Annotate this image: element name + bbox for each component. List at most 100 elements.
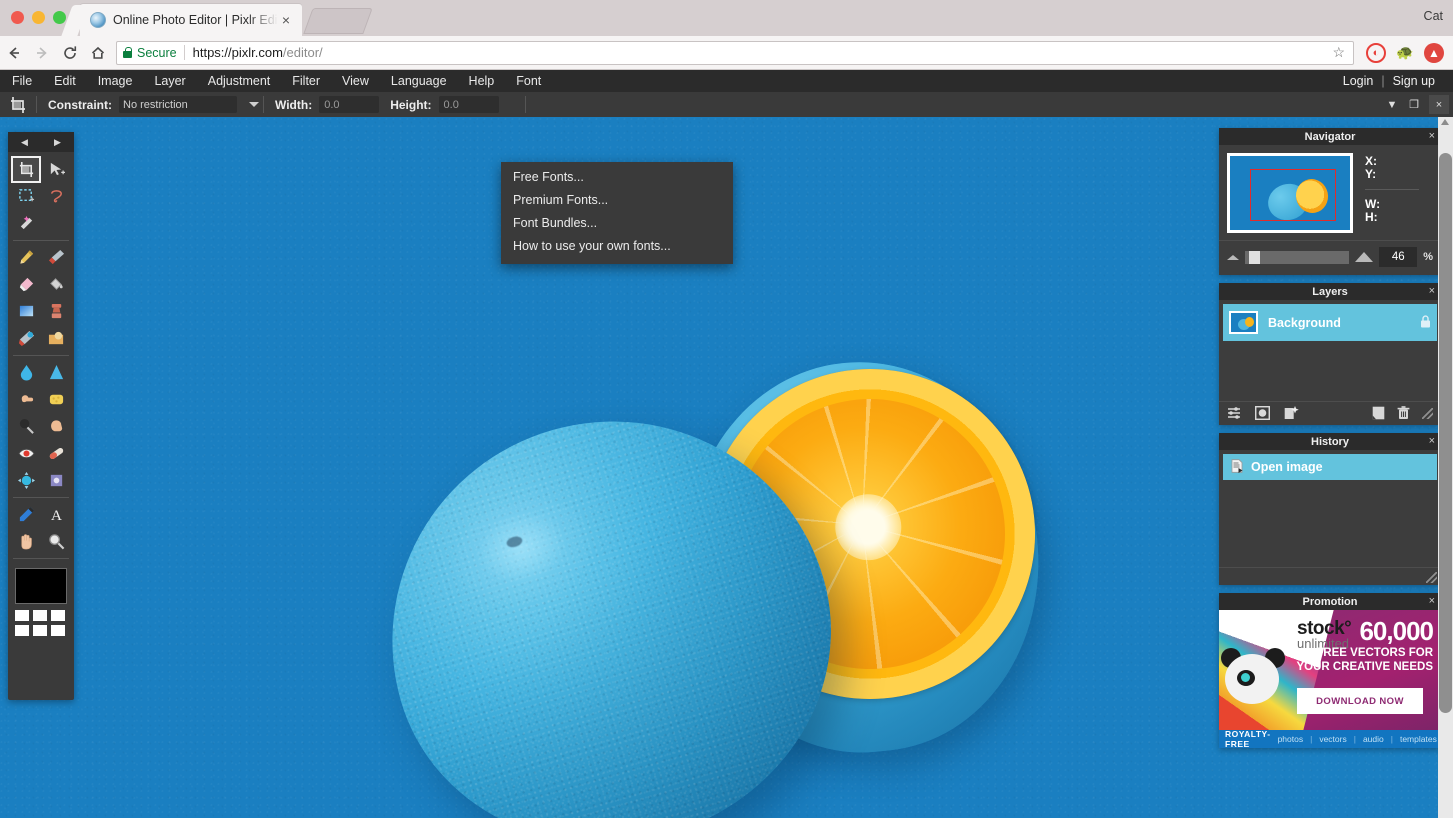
menu-item-own-fonts[interactable]: How to use your own fonts... bbox=[501, 235, 733, 258]
close-icon[interactable]: × bbox=[1429, 595, 1435, 607]
color-picker-tool-icon[interactable] bbox=[11, 501, 41, 528]
page-scrollbar[interactable] bbox=[1438, 117, 1453, 818]
swatch-3[interactable] bbox=[51, 610, 65, 621]
history-panel-header[interactable]: History × bbox=[1219, 433, 1441, 450]
zoom-slider-knob[interactable] bbox=[1249, 251, 1260, 264]
resize-grip[interactable] bbox=[1422, 408, 1433, 419]
close-panel-icon[interactable]: × bbox=[1429, 95, 1449, 114]
minimize-panel-icon[interactable]: ▼ bbox=[1381, 92, 1403, 117]
menu-image[interactable]: Image bbox=[87, 70, 144, 92]
layer-row[interactable]: Background bbox=[1223, 304, 1437, 341]
swatch-1[interactable] bbox=[15, 610, 29, 621]
close-icon[interactable]: × bbox=[1429, 285, 1435, 297]
tool-prev-icon[interactable]: ◀ bbox=[21, 137, 28, 148]
layers-panel-header[interactable]: Layers × bbox=[1219, 283, 1441, 300]
menu-language[interactable]: Language bbox=[380, 70, 458, 92]
promo-link-vectors[interactable]: vectors bbox=[1319, 734, 1346, 744]
pencil-tool-icon[interactable] bbox=[11, 244, 41, 271]
menu-help[interactable]: Help bbox=[458, 70, 506, 92]
burn-tool-icon[interactable] bbox=[41, 413, 71, 440]
layer-style-icon[interactable] bbox=[1284, 406, 1299, 422]
delete-layer-icon[interactable] bbox=[1397, 406, 1410, 422]
promo-link-templates[interactable]: templates bbox=[1400, 734, 1437, 744]
promo-download-button[interactable]: DOWNLOAD NOW bbox=[1297, 688, 1423, 714]
resize-grip[interactable] bbox=[1426, 572, 1437, 583]
close-window-button[interactable] bbox=[11, 11, 24, 24]
eraser-tool-icon[interactable] bbox=[11, 271, 41, 298]
smudge-tool-icon[interactable] bbox=[11, 386, 41, 413]
font-dropdown-menu[interactable]: Free Fonts... Premium Fonts... Font Bund… bbox=[501, 162, 733, 264]
brush-tool-icon[interactable] bbox=[41, 244, 71, 271]
blur-tool-icon[interactable] bbox=[11, 359, 41, 386]
layer-mask-icon[interactable] bbox=[1255, 406, 1270, 422]
chevron-down-icon[interactable] bbox=[249, 102, 259, 107]
close-icon[interactable]: × bbox=[1429, 435, 1435, 447]
forward-button[interactable] bbox=[28, 39, 56, 67]
new-tab-button[interactable] bbox=[303, 8, 372, 34]
bookmark-star-icon[interactable]: ☆ bbox=[1332, 44, 1347, 61]
pinch-tool-icon[interactable] bbox=[41, 467, 71, 494]
zoom-in-icon[interactable] bbox=[1355, 252, 1373, 262]
scroll-up-icon[interactable] bbox=[1441, 119, 1449, 125]
menu-item-premium-fonts[interactable]: Premium Fonts... bbox=[501, 189, 733, 212]
lock-icon[interactable] bbox=[1420, 315, 1431, 331]
layer-settings-icon[interactable] bbox=[1227, 406, 1241, 422]
scrollbar-thumb[interactable] bbox=[1439, 153, 1452, 713]
promotion-panel-header[interactable]: Promotion × bbox=[1219, 593, 1441, 610]
crop-tool-icon[interactable] bbox=[11, 156, 41, 183]
back-button[interactable] bbox=[0, 39, 28, 67]
spot-heal-tool-icon[interactable] bbox=[41, 440, 71, 467]
reload-button[interactable] bbox=[56, 39, 84, 67]
color-replace-tool-icon[interactable] bbox=[11, 325, 41, 352]
swatch-2[interactable] bbox=[33, 610, 47, 621]
width-input[interactable]: 0.0 bbox=[319, 96, 379, 113]
menu-item-font-bundles[interactable]: Font Bundles... bbox=[501, 212, 733, 235]
bloat-tool-icon[interactable] bbox=[11, 467, 41, 494]
home-button[interactable] bbox=[84, 39, 112, 67]
promo-link-photos[interactable]: photos bbox=[1278, 734, 1304, 744]
menu-file[interactable]: File bbox=[0, 70, 43, 92]
login-link[interactable]: Login bbox=[1335, 74, 1382, 88]
zoom-tool-icon[interactable] bbox=[41, 528, 71, 555]
zoom-value-input[interactable]: 46 bbox=[1379, 247, 1417, 267]
menu-view[interactable]: View bbox=[331, 70, 380, 92]
swatch-4[interactable] bbox=[15, 625, 29, 636]
navigator-panel-header[interactable]: Navigator × bbox=[1219, 128, 1441, 145]
primary-color-swatch[interactable] bbox=[15, 568, 67, 604]
dodge-tool-icon[interactable] bbox=[11, 413, 41, 440]
close-icon[interactable]: × bbox=[1429, 130, 1435, 142]
lasso-tool-icon[interactable] bbox=[41, 183, 71, 210]
height-input[interactable]: 0.0 bbox=[439, 96, 499, 113]
swatch-6[interactable] bbox=[51, 625, 65, 636]
minimize-window-button[interactable] bbox=[32, 11, 45, 24]
promo-link-audio[interactable]: audio bbox=[1363, 734, 1384, 744]
sponge-tool-icon[interactable] bbox=[41, 386, 71, 413]
marquee-select-tool-icon[interactable] bbox=[11, 183, 41, 210]
menu-adjustment[interactable]: Adjustment bbox=[197, 70, 282, 92]
duplicate-layer-icon[interactable] bbox=[1372, 406, 1385, 422]
history-row[interactable]: Open image bbox=[1223, 454, 1437, 480]
drawing-tool-icon[interactable] bbox=[41, 325, 71, 352]
upload-icon[interactable]: ▲ bbox=[1424, 43, 1444, 63]
tab-close-icon[interactable]: × bbox=[278, 13, 294, 27]
restore-panel-icon[interactable]: ❐ bbox=[1403, 92, 1425, 117]
opera-icon[interactable]: ◐ bbox=[1366, 43, 1386, 63]
menu-edit[interactable]: Edit bbox=[43, 70, 87, 92]
navigator-viewport-box[interactable] bbox=[1250, 169, 1336, 221]
menu-layer[interactable]: Layer bbox=[143, 70, 196, 92]
profile-name[interactable]: Cat bbox=[1424, 9, 1443, 23]
wand-select-tool-icon[interactable] bbox=[11, 210, 41, 237]
evernote-icon[interactable]: 🐢 bbox=[1395, 43, 1415, 63]
red-eye-tool-icon[interactable] bbox=[11, 440, 41, 467]
move-tool-icon[interactable] bbox=[41, 156, 71, 183]
hand-tool-icon[interactable] bbox=[11, 528, 41, 555]
tool-next-icon[interactable]: ▶ bbox=[54, 137, 61, 148]
promotion-banner[interactable]: stock° unlimited 60,000 FREE VECTORS FOR… bbox=[1219, 610, 1441, 730]
gradient-tool-icon[interactable] bbox=[11, 298, 41, 325]
menu-filter[interactable]: Filter bbox=[281, 70, 331, 92]
maximize-window-button[interactable] bbox=[53, 11, 66, 24]
menu-item-free-fonts[interactable]: Free Fonts... bbox=[501, 166, 733, 189]
browser-tab[interactable]: Online Photo Editor | Pixlr Edit × bbox=[80, 4, 302, 36]
signup-link[interactable]: Sign up bbox=[1385, 74, 1443, 88]
menu-font[interactable]: Font bbox=[505, 70, 552, 92]
